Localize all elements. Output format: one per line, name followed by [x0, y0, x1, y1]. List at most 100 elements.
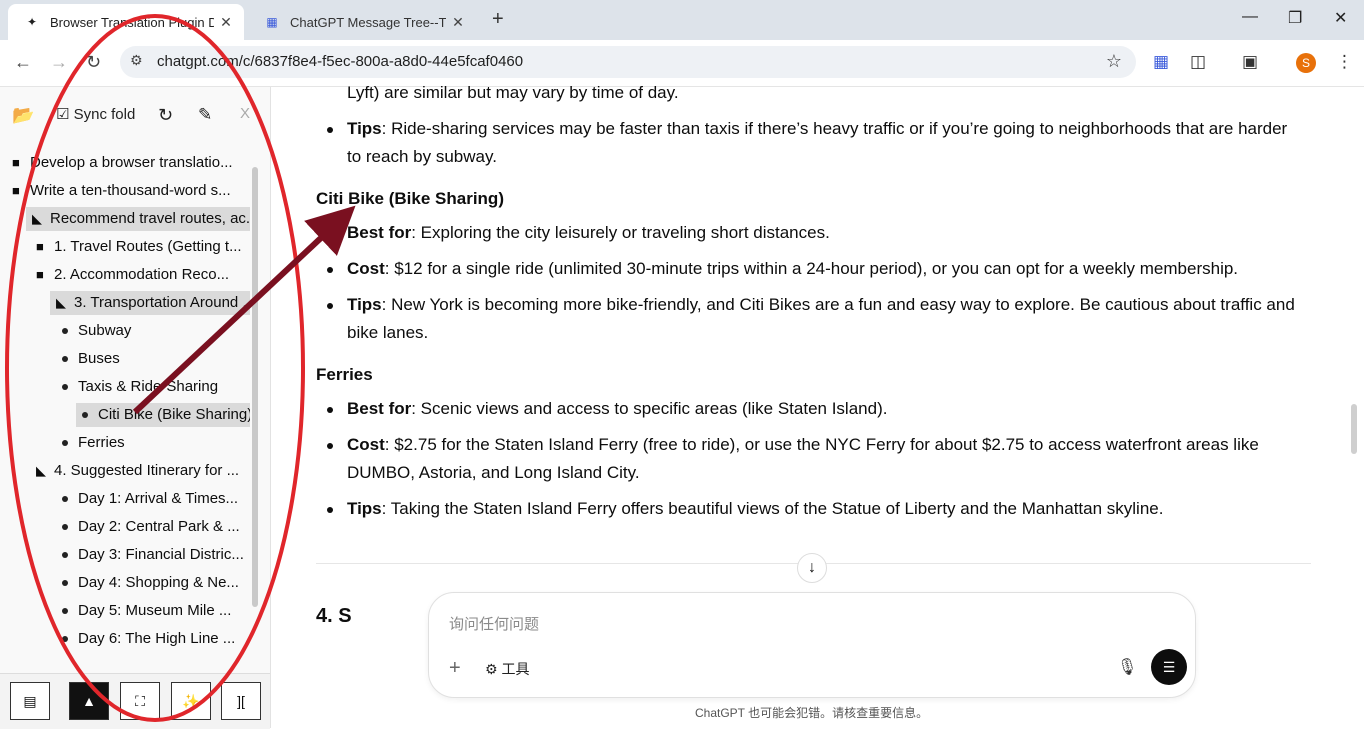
tree-item-label: Day 3: Financial Distric...: [78, 546, 244, 563]
tree-folder-item[interactable]: ■ 2. Accommodation Reco...: [36, 263, 250, 287]
back-button[interactable]: ←: [14, 52, 32, 73]
folder-open-icon: ◣: [32, 211, 42, 226]
ferries-heading: Ferries: [316, 365, 373, 384]
close-tab-icon[interactable]: ✕: [214, 14, 238, 31]
layout-icon[interactable]: ▤: [10, 682, 50, 720]
profile-avatar[interactable]: S: [1296, 53, 1316, 73]
microphone-icon[interactable]: 🎙: [1117, 657, 1137, 677]
tree-item-label: Day 6: The High Line ...: [78, 630, 236, 647]
list-item: Cost: $12 for a single ride (unlimited 3…: [347, 259, 1239, 278]
pdf-icon[interactable]: ▲: [69, 682, 109, 720]
list-item: Best for: Scenic views and access to spe…: [347, 399, 888, 418]
site-settings-icon[interactable]: ⚙: [130, 52, 143, 69]
message-composer[interactable]: 询问任何问题 + ⚙ 工具 🎙 ☰: [428, 592, 1196, 698]
bullet: [327, 303, 333, 309]
tree-leaf-item[interactable]: Citi Bike (Bike Sharing): [76, 403, 250, 427]
close-tab-icon[interactable]: ✕: [446, 14, 470, 31]
tree-item-label: Subway: [78, 322, 132, 339]
tree-item-label: 1. Travel Routes (Getting t...: [54, 238, 242, 255]
tree-folder-item[interactable]: ■ 1. Travel Routes (Getting t...: [36, 235, 250, 259]
tree-leaf-item[interactable]: Day 4: Shopping & Ne...: [62, 571, 250, 595]
list-item-cont: DUMBO, Astoria, and Long Island City.: [347, 463, 640, 482]
list-item-cont: bike lanes.: [347, 323, 429, 342]
bullet: [327, 267, 333, 273]
tree-item-label: Day 1: Arrival & Times...: [78, 490, 239, 507]
tree-leaf-item[interactable]: Taxis & Ride-Sharing: [62, 375, 250, 399]
tree-leaf-item[interactable]: Ferries: [62, 431, 250, 455]
tree-item-label: 3. Transportation Around ...: [74, 294, 250, 311]
bullet: [62, 608, 68, 615]
bullet: [327, 443, 333, 449]
bullet: [327, 407, 333, 413]
tab-title: ChatGPT Message Tree--Tree: [290, 14, 446, 30]
scroll-down-button[interactable]: ↓: [797, 553, 827, 583]
list-item: Best for: Exploring the city leisurely o…: [347, 223, 830, 242]
reload-button[interactable]: ↻: [86, 52, 101, 73]
prompt-input[interactable]: 询问任何问题: [449, 613, 539, 634]
citi-bike-heading: Citi Bike (Bike Sharing): [316, 189, 504, 208]
bookmark-star-icon[interactable]: ☆: [1106, 51, 1122, 72]
bullet: [62, 356, 68, 363]
open-folder-icon[interactable]: 📂: [12, 105, 34, 126]
bullet: [82, 412, 88, 419]
minimize-button[interactable]: —: [1242, 8, 1258, 26]
tab-message-tree[interactable]: ▦ ChatGPT Message Tree--Tree ✕: [248, 4, 476, 40]
tools-button[interactable]: ⚙ 工具: [485, 659, 529, 679]
close-icon[interactable]: X: [240, 105, 250, 122]
fullscreen-icon[interactable]: ⛶: [120, 682, 160, 720]
tab-search-icon[interactable]: ▣: [1242, 52, 1258, 72]
tree-leaf-item[interactable]: Day 3: Financial Distric...: [62, 543, 250, 567]
bullet: [62, 524, 68, 531]
refresh-icon[interactable]: ↻: [158, 105, 173, 126]
chat-content: Lyft) are similar but may vary by time o…: [271, 83, 1364, 728]
tree-leaf-item[interactable]: Subway: [62, 319, 250, 343]
extension-tree-icon[interactable]: ▦: [1153, 52, 1169, 72]
tools-label: 工具: [501, 661, 530, 677]
maximize-button[interactable]: ❐: [1288, 8, 1302, 28]
tree-icon: ▦: [266, 15, 278, 29]
sync-fold-checkbox[interactable]: ☑ Sync fold: [56, 105, 135, 123]
menu-kebab-icon[interactable]: ⋮: [1336, 52, 1353, 72]
bullet: [62, 384, 68, 391]
voice-mode-button[interactable]: ☰: [1151, 649, 1187, 685]
tree-folder-item[interactable]: ■ Write a ten-thousand-word s...: [12, 179, 250, 203]
tree-leaf-item[interactable]: Day 1: Arrival & Times...: [62, 487, 250, 511]
folder-open-icon: ◣: [56, 295, 66, 310]
sidebar-bottom-toolbar: ▤ ▲ ⛶ ✨ ][: [0, 673, 270, 729]
sync-fold-label: Sync fold: [73, 106, 136, 123]
bullet: [62, 636, 68, 643]
tree-item-label: Day 4: Shopping & Ne...: [78, 574, 239, 591]
address-bar[interactable]: ⚙ chatgpt.com/c/6837f8e4-f5ec-800a-a8d0-…: [120, 46, 1136, 78]
tab-bar: ✦ Browser Translation Plugin D ✕ ▦ ChatG…: [0, 0, 1364, 40]
text-line: Lyft) are similar but may vary by time o…: [347, 83, 679, 102]
add-attachment-icon[interactable]: +: [449, 657, 461, 680]
tree-leaf-item[interactable]: Day 2: Central Park & ...: [62, 515, 250, 539]
tree-folder-item[interactable]: ◣ Recommend travel routes, ac...: [26, 207, 250, 231]
arrow-down-icon: ↓: [808, 559, 816, 576]
tree-item-label: Develop a browser translatio...: [30, 154, 233, 171]
tree-folder-item[interactable]: ■ Develop a browser translatio...: [12, 151, 250, 175]
sidebar-scrollbar[interactable]: [252, 167, 258, 607]
browser-toolbar: ← → ↻ ⚙ chatgpt.com/c/6837f8e4-f5ec-800a…: [0, 40, 1364, 87]
tree-item-label: 4. Suggested Itinerary for ...: [54, 462, 240, 479]
list-item-cont: to reach by subway.: [347, 147, 497, 166]
tree-folder-item[interactable]: ◣ 4. Suggested Itinerary for ...: [36, 459, 250, 483]
content-scrollbar[interactable]: [1351, 404, 1357, 454]
tree-leaf-item[interactable]: Day 5: Museum Mile ...: [62, 599, 250, 623]
bracket-icon[interactable]: ][: [221, 682, 261, 720]
tree-folder-item[interactable]: ◣ 3. Transportation Around ...: [50, 291, 250, 315]
tree-item-label: Citi Bike (Bike Sharing): [98, 406, 250, 423]
forward-button[interactable]: →: [50, 52, 68, 73]
edit-icon[interactable]: ✎: [198, 105, 212, 125]
tree-leaf-item[interactable]: Buses: [62, 347, 250, 371]
tree-leaf-item[interactable]: Day 6: The High Line ...: [62, 627, 250, 651]
chatgpt-icon: ✦: [26, 15, 38, 29]
extensions-puzzle-icon[interactable]: ◫: [1190, 52, 1206, 72]
close-window-button[interactable]: ✕: [1334, 8, 1347, 28]
tab-browser-translation[interactable]: ✦ Browser Translation Plugin D ✕: [8, 4, 244, 40]
bullet: [62, 580, 68, 587]
folder-open-icon: ◣: [36, 463, 46, 478]
tree-item-label: Recommend travel routes, ac...: [50, 210, 250, 227]
clean-icon[interactable]: ✨: [171, 682, 211, 720]
new-tab-button[interactable]: +: [492, 8, 504, 31]
